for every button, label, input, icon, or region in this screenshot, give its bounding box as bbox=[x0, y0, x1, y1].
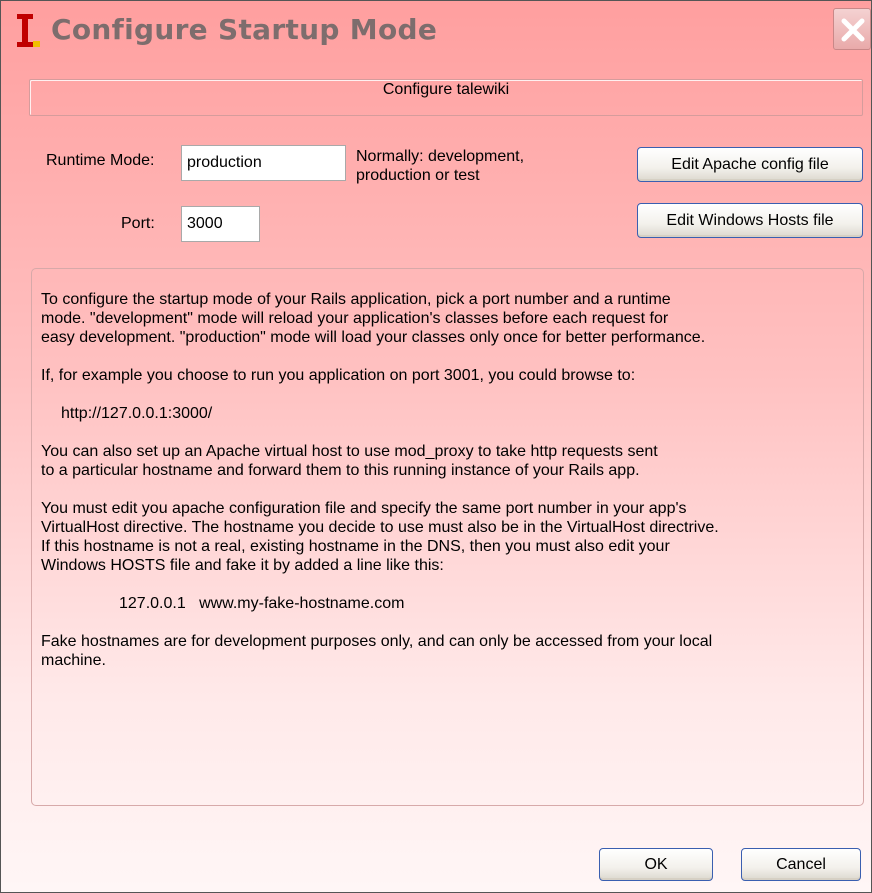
info-paragraph-3: You can also set up an Apache virtual ho… bbox=[41, 443, 658, 479]
runtime-mode-hint: Normally: development, production or tes… bbox=[356, 147, 606, 185]
cancel-button[interactable]: Cancel bbox=[741, 848, 861, 881]
close-icon bbox=[841, 18, 865, 42]
config-group-box: Configure talewiki bbox=[29, 79, 863, 116]
info-paragraph-5: Fake hostnames are for development purpo… bbox=[41, 633, 713, 669]
app-logo-icon bbox=[15, 12, 41, 52]
hosts-example-line: 127.0.0.1 www.my-fake-hostname.com bbox=[119, 595, 405, 612]
configure-startup-mode-dialog: Configure Startup Mode Configure talewik… bbox=[0, 0, 872, 893]
info-text: To configure the startup mode of your Ra… bbox=[41, 290, 851, 689]
info-panel: To configure the startup mode of your Ra… bbox=[31, 268, 864, 806]
port-input[interactable] bbox=[181, 206, 260, 242]
hint-line-2: production or test bbox=[356, 167, 480, 184]
hint-line-1: Normally: development, bbox=[356, 148, 525, 165]
info-paragraph-4: You must edit you apache configuration f… bbox=[41, 500, 719, 574]
example-url: http://127.0.0.1:3000/ bbox=[61, 405, 213, 422]
runtime-mode-label: Runtime Mode: bbox=[46, 152, 155, 169]
edit-apache-config-button[interactable]: Edit Apache config file bbox=[637, 147, 863, 182]
info-paragraph-1: To configure the startup mode of your Ra… bbox=[41, 291, 706, 346]
ok-button[interactable]: OK bbox=[599, 848, 713, 881]
edit-windows-hosts-button[interactable]: Edit Windows Hosts file bbox=[637, 203, 863, 238]
port-label: Port: bbox=[121, 215, 155, 232]
group-title: Configure talewiki bbox=[382, 81, 510, 98]
title-bar[interactable]: Configure Startup Mode bbox=[1, 1, 871, 65]
close-button[interactable] bbox=[833, 8, 871, 50]
runtime-mode-input[interactable] bbox=[181, 145, 346, 181]
info-paragraph-2: If, for example you choose to run you ap… bbox=[41, 367, 636, 384]
window-title: Configure Startup Mode bbox=[51, 13, 438, 46]
